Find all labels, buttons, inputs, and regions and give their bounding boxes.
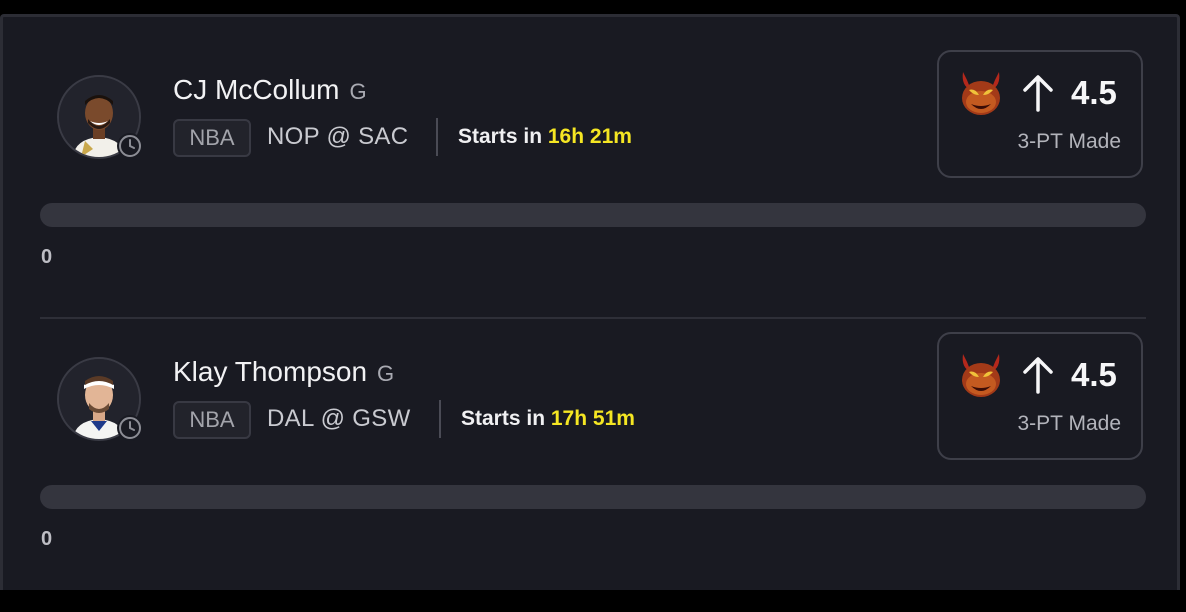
starts-label: Starts in	[458, 125, 543, 148]
start-time: Starts in 17h 51m	[461, 407, 635, 431]
starts-label: Starts in	[461, 407, 546, 430]
progress-value: 0	[41, 246, 53, 268]
starts-countdown: 16h 21m	[547, 125, 632, 148]
progress-bar	[40, 203, 1146, 227]
player-name-text: Klay Thompson	[173, 356, 368, 387]
clock-icon	[117, 415, 143, 441]
player-name: Klay Thompson G	[173, 356, 394, 388]
pick-row[interactable]: Klay Thompson G NBA DAL @ GSW Starts in 1…	[3, 332, 1183, 612]
line-value: 4.5	[1071, 74, 1117, 111]
devil-icon	[957, 68, 1005, 118]
stat-type: 3-PT Made	[1017, 130, 1122, 153]
pick-row[interactable]: CJ McCollum G NBA NOP @ SAC Starts in 16h…	[3, 50, 1183, 330]
picks-card: CJ McCollum G NBA NOP @ SAC Starts in 16h…	[0, 14, 1180, 590]
start-time: Starts in 16h 21m	[458, 125, 632, 149]
player-avatar	[57, 75, 143, 159]
player-avatar	[57, 357, 143, 441]
player-name: CJ McCollum G	[173, 74, 367, 106]
line-value: 4.5	[1071, 356, 1117, 393]
league-badge: NBA	[173, 401, 251, 439]
player-name-text: CJ McCollum	[173, 74, 340, 105]
player-position: G	[349, 79, 367, 104]
stat-type: 3-PT Made	[1017, 412, 1122, 435]
player-position: G	[377, 361, 395, 386]
starts-countdown: 17h 51m	[550, 407, 635, 430]
arrow-up-icon	[1021, 74, 1055, 112]
progress-value: 0	[41, 528, 53, 550]
progress-bar	[40, 485, 1146, 509]
projection-badge[interactable]: 4.5 3-PT Made	[937, 50, 1143, 178]
divider	[439, 400, 441, 438]
arrow-up-icon	[1021, 356, 1055, 394]
clock-icon	[117, 133, 143, 159]
projection-badge[interactable]: 4.5 3-PT Made	[937, 332, 1143, 460]
matchup-text: NOP @ SAC	[267, 123, 409, 150]
devil-icon	[957, 350, 1005, 400]
league-badge: NBA	[173, 119, 251, 157]
divider	[436, 118, 438, 156]
row-divider	[40, 317, 1146, 319]
matchup-text: DAL @ GSW	[267, 405, 411, 432]
